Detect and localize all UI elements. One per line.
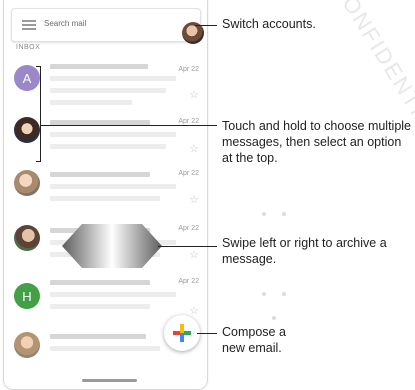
message-date: Apr 22 (178, 170, 199, 177)
watermark-dot (272, 316, 276, 320)
sender-bar (50, 172, 150, 177)
subject-bar (50, 132, 176, 137)
watermark-dot (282, 292, 286, 296)
callout-touch-hold: Touch and hold to choose multiple messag… (222, 119, 412, 165)
message-date: Apr 22 (178, 118, 199, 125)
sender-avatar (14, 332, 40, 358)
message-date: Apr 22 (178, 225, 199, 232)
subject-bar (50, 184, 176, 189)
star-icon[interactable]: ☆ (189, 142, 199, 155)
star-icon[interactable]: ☆ (189, 248, 199, 261)
sender-avatar: A (14, 65, 40, 91)
sender-bar (50, 280, 150, 285)
watermark-dot (262, 212, 266, 216)
home-indicator (82, 379, 137, 382)
snippet-bar (50, 88, 166, 93)
snippet-bar (50, 304, 150, 309)
inbox-label: INBOX (16, 44, 41, 51)
message-date: Apr 22 (178, 66, 199, 73)
star-icon[interactable]: ☆ (189, 88, 199, 101)
subject-bar (50, 346, 160, 351)
callout-bracket (36, 66, 41, 67)
snippet-bar (50, 196, 160, 201)
sender-avatar (14, 170, 40, 196)
callout-bracket (36, 161, 41, 162)
menu-icon[interactable] (22, 20, 36, 30)
search-bar[interactable]: Search mail (11, 8, 204, 44)
swipe-arrow-graphic (62, 224, 162, 268)
callout-switch-accounts: Switch accounts. (222, 17, 316, 31)
snippet-bar (50, 100, 132, 105)
compose-button[interactable] (164, 315, 200, 351)
sender-avatar (14, 117, 40, 143)
callout-swipe: Swipe left or right to archive a message… (222, 236, 387, 266)
watermark-dot (262, 292, 266, 296)
phone-screen: Search mail INBOX A Apr 22 ☆ Apr 22 ☆ Ap… (3, 0, 208, 390)
sender-avatar: H (14, 283, 40, 309)
message-date: Apr 22 (178, 278, 199, 285)
sender-bar (50, 64, 148, 69)
message-row[interactable]: Apr 22 ☆ (4, 110, 207, 162)
sender-avatar (14, 225, 40, 251)
star-icon[interactable]: ☆ (189, 193, 199, 206)
snippet-bar (50, 144, 166, 149)
subject-bar (50, 292, 176, 297)
message-row[interactable]: Apr 22 ☆ (4, 163, 207, 215)
callout-bracket (40, 66, 41, 161)
subject-bar (50, 76, 176, 81)
sender-bar (50, 334, 146, 339)
callout-line-swipe (158, 246, 217, 247)
callout-line-touch-hold (41, 125, 217, 126)
watermark-dot (282, 212, 286, 216)
callout-compose: Compose a new email. (222, 325, 286, 355)
star-icon[interactable]: ☆ (189, 304, 199, 317)
callout-line-switch-accounts (195, 25, 217, 26)
callout-line-compose (197, 333, 217, 334)
search-placeholder[interactable]: Search mail (44, 19, 86, 28)
message-row[interactable]: A Apr 22 ☆ (4, 58, 207, 110)
